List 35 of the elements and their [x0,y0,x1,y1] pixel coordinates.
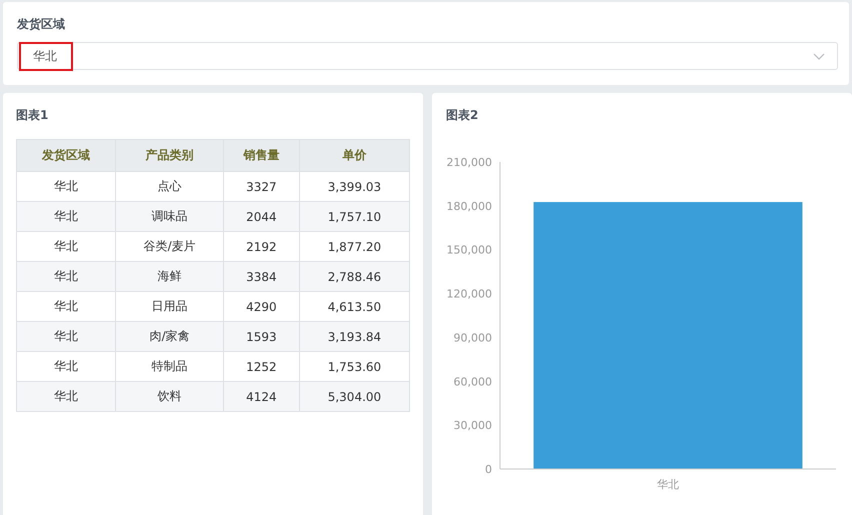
table-cell: 1,757.10 [299,202,410,232]
table-cell: 海鲜 [116,262,224,292]
x-tick-label: 华北 [657,478,679,491]
y-tick-label: 120,000 [446,288,492,301]
y-tick-label: 180,000 [446,200,492,213]
table-cell: 调味品 [116,202,224,232]
column-header: 销售量 [223,140,300,172]
y-tick-label: 90,000 [454,331,492,344]
column-header: 产品类别 [116,140,224,172]
table-cell: 3,193.84 [299,322,410,352]
table-cell: 1593 [223,322,300,352]
table-cell: 4124 [223,382,300,412]
table-cell: 2,788.46 [299,262,410,292]
column-header: 发货区域 [16,140,116,172]
table-cell: 华北 [16,262,116,292]
y-tick-label: 210,000 [446,156,492,169]
table-cell: 华北 [16,382,116,412]
y-tick-label: 0 [485,463,492,476]
table-cell: 肉/家禽 [116,322,224,352]
y-tick-label: 30,000 [454,419,492,432]
chevron-down-icon [813,52,825,60]
table-cell: 3384 [223,262,300,292]
selected-value: 华北 [19,42,73,70]
card-title: 图表2 [446,107,480,124]
y-tick-label: 150,000 [446,244,492,257]
y-tick-label: 60,000 [454,375,492,388]
table-cell: 饮料 [116,382,224,412]
filter-label: 发货区域 [17,16,66,33]
region-select[interactable]: 华北 [17,42,838,70]
table-cell: 华北 [16,322,116,352]
table-cell: 5,304.00 [299,382,410,412]
table-cell: 2044 [223,202,300,232]
table-cell: 华北 [16,202,116,232]
card-title: 图表1 [16,107,50,124]
column-header: 单价 [299,140,410,172]
